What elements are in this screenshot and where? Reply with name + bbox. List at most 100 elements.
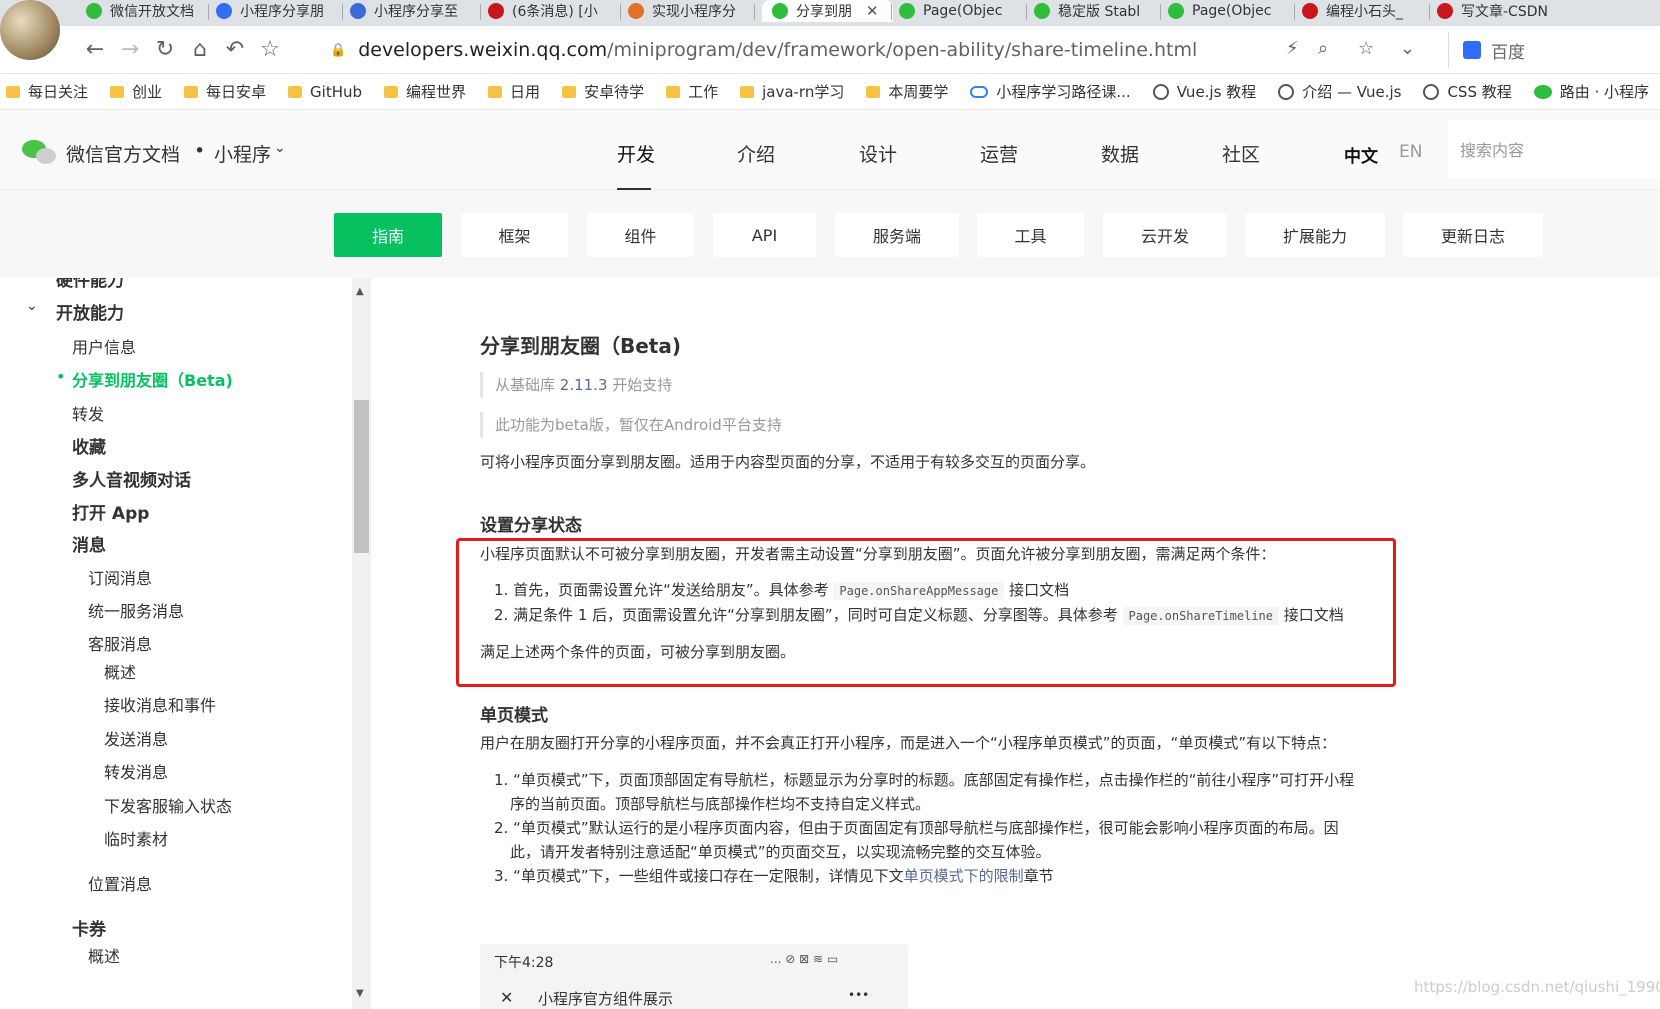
subnav-server[interactable]: 服务端	[835, 213, 959, 257]
zoom-icon[interactable]: ⌕	[1318, 38, 1328, 59]
scroll-up-icon[interactable]: ▲	[356, 286, 364, 297]
sidebar-item-forward[interactable]: 转发	[72, 401, 104, 425]
sidebar-item-overview[interactable]: 概述	[104, 659, 136, 683]
nav-community[interactable]: 社区	[1222, 140, 1260, 167]
bookmark-item[interactable]: 创业	[110, 81, 162, 102]
subnav-cloud[interactable]: 云开发	[1103, 213, 1227, 257]
tab-title: Page(Objec	[923, 3, 1003, 19]
home-icon[interactable]: ⌂	[185, 34, 215, 64]
bookmark-item[interactable]: 介绍 — Vue.js	[1278, 81, 1401, 102]
section-dropdown[interactable]: 小程序	[214, 140, 271, 167]
chevron-down-icon[interactable]: ⌄	[26, 298, 38, 314]
sidebar-scroll-thumb[interactable]	[354, 400, 369, 553]
bookmark-item[interactable]: 每日关注	[6, 81, 88, 102]
bookmark-item[interactable]: 每日安卓	[184, 81, 266, 102]
bookmark-item[interactable]: java-rn学习	[740, 81, 844, 102]
sidebar-item-favorites[interactable]: 收藏	[72, 433, 106, 458]
bookmark-item[interactable]: GitHub	[288, 83, 362, 101]
bookmark-item[interactable]: 小程序学习路径课...	[970, 81, 1131, 102]
wechat-logo-icon[interactable]	[22, 140, 58, 164]
sidebar-item-user-info[interactable]: 用户信息	[72, 334, 136, 358]
sidebar-item-open-app[interactable]: 打开 App	[72, 499, 149, 524]
bookmark-item[interactable]: 工作	[666, 81, 718, 102]
undo-icon[interactable]: ↶	[220, 34, 250, 64]
sidebar-item-customer-msg[interactable]: 客服消息	[88, 631, 152, 655]
sidebar-item-subscribe-msg[interactable]: 订阅消息	[88, 565, 152, 589]
sidebar-item-share-timeline[interactable]: 分享到朋友圈（Beta)	[72, 367, 233, 391]
sidebar-item-card[interactable]: 卡券	[72, 915, 106, 940]
browser-tab[interactable]: Page(Objec	[899, 0, 1028, 22]
subnav-api[interactable]: API	[713, 213, 816, 257]
subnav-guide[interactable]: 指南	[334, 213, 442, 257]
browser-tab[interactable]: (6条消息) [小	[488, 0, 622, 22]
bookmark-item[interactable]: CSS 教程	[1423, 81, 1512, 102]
browser-tab[interactable]: 实现小程序分	[628, 0, 756, 22]
close-tab-icon[interactable]: ✕	[866, 2, 879, 20]
globe-icon	[1278, 83, 1295, 100]
bookmark-label: 创业	[132, 83, 163, 101]
site-title[interactable]: 微信官方文档	[66, 140, 180, 167]
sidebar-item-temp-media[interactable]: 临时素材	[104, 826, 168, 850]
api-link-onShareTimeline[interactable]: Page.onShareTimeline	[1122, 607, 1279, 625]
reload-icon[interactable]: ↻	[150, 34, 180, 64]
search-input[interactable]: 搜索内容	[1448, 120, 1660, 178]
nav-operations[interactable]: 运营	[980, 140, 1018, 167]
lightning-icon[interactable]: ⚡	[1286, 38, 1299, 59]
nav-intro[interactable]: 介绍	[737, 140, 775, 167]
lang-zh[interactable]: 中文	[1344, 142, 1378, 167]
subnav-tools[interactable]: 工具	[977, 213, 1084, 257]
bookmark-item[interactable]: 本周要学	[866, 81, 948, 102]
forward-icon[interactable]: →	[115, 34, 145, 64]
chevron-down-icon[interactable]: ⌄	[274, 140, 286, 156]
profile-avatar[interactable]	[0, 0, 60, 60]
browser-tab[interactable]: Page(Objec	[1168, 0, 1296, 22]
bookmark-item[interactable]: 路由 · 小程序	[1533, 81, 1649, 102]
sidebar-group-open-ability[interactable]: 开放能力	[56, 299, 124, 324]
bookmark-star-icon[interactable]: ☆	[255, 34, 285, 64]
subnav-extensions[interactable]: 扩展能力	[1245, 213, 1385, 257]
browser-tab[interactable]: 微信开放文档	[86, 0, 210, 22]
sidebar-item-send-msg[interactable]: 发送消息	[104, 726, 168, 750]
browser-tab[interactable]: 稳定版 Stabl	[1034, 0, 1162, 22]
scroll-down-icon[interactable]: ▼	[356, 988, 364, 999]
browser-tab[interactable]: 编程小石头_	[1302, 0, 1431, 22]
browser-tab[interactable]: 小程序分享朋	[216, 0, 344, 22]
bookmark-label: 日用	[510, 83, 541, 101]
browser-tab[interactable]: 分享到朋 ✕	[762, 0, 893, 22]
nav-data[interactable]: 数据	[1101, 140, 1139, 167]
subnav-framework[interactable]: 框架	[461, 213, 568, 257]
limits-link[interactable]: 单页模式下的限制	[904, 867, 1024, 885]
bookmark-item[interactable]: 日用	[488, 81, 540, 102]
sidebar-item-receive-events[interactable]: 接收消息和事件	[104, 692, 216, 716]
subnav-components[interactable]: 组件	[587, 213, 694, 257]
search-engine-box[interactable]: 百度	[1448, 32, 1660, 68]
subnav-changelog[interactable]: 更新日志	[1403, 213, 1543, 257]
nav-design[interactable]: 设计	[859, 140, 897, 167]
bookmark-item[interactable]: 安卓待学	[562, 81, 644, 102]
folder-icon	[184, 85, 199, 98]
url-text[interactable]: developers.weixin.qq.com/miniprogram/dev…	[358, 39, 1197, 61]
sidebar-item-card-overview[interactable]: 概述	[88, 943, 120, 967]
api-link-onShareAppMessage[interactable]: Page.onShareAppMessage	[833, 582, 1005, 600]
url-field[interactable]: 🔒 developers.weixin.qq.com/miniprogram/d…	[318, 32, 1428, 68]
browser-tab[interactable]: 写文章-CSDN	[1437, 0, 1660, 22]
sidebar-item-forward-msg[interactable]: 转发消息	[104, 759, 168, 783]
browser-tab[interactable]: 小程序分享至	[350, 0, 482, 22]
feature-2-line-2: 此，请开发者特别注意适配“单页模式”的页面交互，以实现流畅完整的交互体验。	[510, 843, 1051, 861]
version-link[interactable]: 2.11.3	[560, 376, 608, 394]
url-path: /miniprogram/dev/framework/open-ability/…	[607, 39, 1198, 61]
sidebar-item-voip[interactable]: 多人音视频对话	[72, 466, 191, 491]
bookmark-item[interactable]: 编程世界	[384, 81, 466, 102]
nav-develop[interactable]: 开发	[617, 140, 655, 167]
sidebar-item-messages[interactable]: 消息	[72, 531, 106, 556]
lang-en[interactable]: EN	[1399, 142, 1422, 162]
back-icon[interactable]: ←	[80, 34, 110, 64]
sidebar-item-location-msg[interactable]: 位置消息	[88, 871, 152, 895]
sidebar-item-hardware[interactable]: 硬件能力	[56, 278, 124, 291]
sidebar-item-typing-state[interactable]: 下发客服输入状态	[104, 793, 232, 817]
bookmark-item[interactable]: Vue.js 教程	[1152, 81, 1256, 102]
favorite-star-icon[interactable]: ☆	[1358, 38, 1374, 59]
sidebar-item-uniform-msg[interactable]: 统一服务消息	[88, 598, 184, 622]
sidebar-scrollbar[interactable]	[352, 278, 371, 1009]
chevron-down-icon[interactable]: ⌄	[1400, 38, 1415, 59]
